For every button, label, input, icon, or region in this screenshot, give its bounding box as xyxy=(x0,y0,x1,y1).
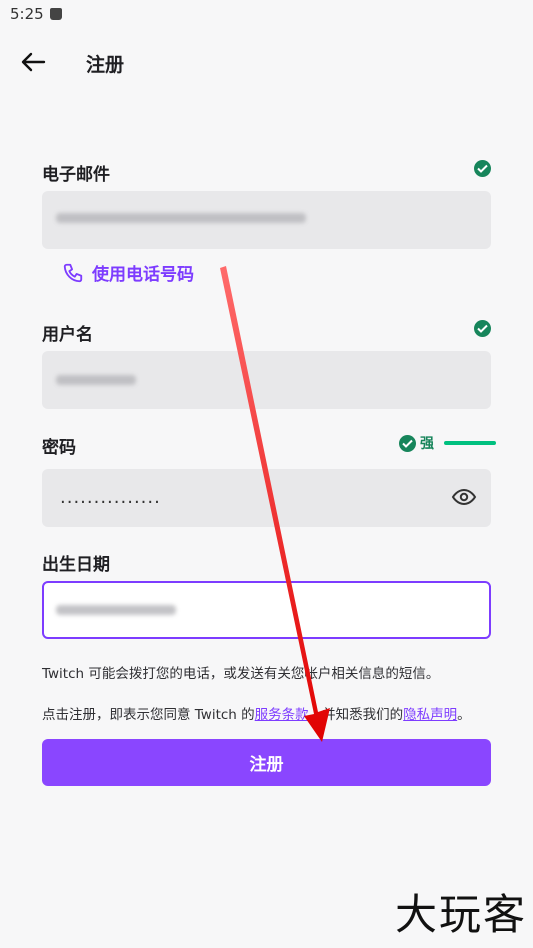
watermark-logo: 大玩客 xyxy=(394,890,527,939)
red-arrow-annotation xyxy=(220,266,330,742)
